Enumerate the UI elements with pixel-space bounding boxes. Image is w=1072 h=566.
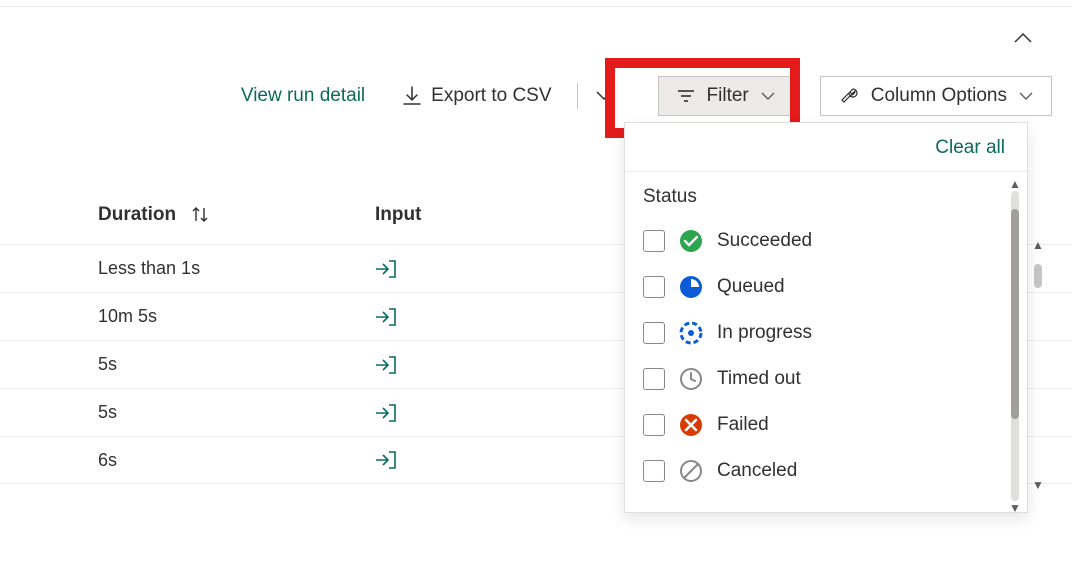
chevron-down-icon <box>596 91 612 101</box>
checkbox[interactable] <box>643 276 665 298</box>
cell-duration: Less than 1s <box>0 258 285 279</box>
chevron-down-icon <box>1019 92 1033 101</box>
cell-input-link[interactable] <box>285 403 397 423</box>
export-csv-label: Export to CSV <box>431 85 551 107</box>
status-option-in-progress[interactable]: In progress <box>643 310 1009 356</box>
column-options-label: Column Options <box>871 85 1007 107</box>
scroll-up-icon[interactable]: ▲ <box>1009 177 1021 191</box>
status-option-timed-out[interactable]: Timed out <box>643 356 1009 402</box>
checkbox[interactable] <box>643 368 665 390</box>
column-header-duration[interactable]: Duration <box>0 204 285 226</box>
cell-input-link[interactable] <box>285 355 397 375</box>
status-label: Canceled <box>717 460 797 482</box>
panel-scrollbar[interactable]: ▲ ▼ <box>1009 181 1021 511</box>
enter-icon <box>375 403 397 423</box>
collapse-caret[interactable] <box>1014 32 1032 44</box>
queued-icon <box>679 275 703 299</box>
clear-all-link[interactable]: Clear all <box>625 123 1027 171</box>
status-option-canceled[interactable]: Canceled <box>643 448 1009 494</box>
view-run-detail-label: View run detail <box>241 85 365 107</box>
status-label: Queued <box>717 276 785 298</box>
input-header-label: Input <box>375 204 421 225</box>
sort-icon <box>190 206 210 224</box>
timed-out-icon <box>679 367 703 391</box>
checkbox[interactable] <box>643 460 665 482</box>
column-options-button[interactable]: Column Options <box>820 76 1052 116</box>
status-label: Succeeded <box>717 230 812 252</box>
filter-button[interactable]: Filter <box>658 76 794 116</box>
enter-icon <box>375 307 397 327</box>
filter-label: Filter <box>707 85 749 107</box>
status-option-queued[interactable]: Queued <box>643 264 1009 310</box>
cell-input-link[interactable] <box>285 307 397 327</box>
checkbox[interactable] <box>643 230 665 252</box>
export-dropdown[interactable] <box>584 83 624 109</box>
filter-panel: Clear all Status Succeeded Queued In pro… <box>624 122 1028 513</box>
top-divider <box>0 6 1072 7</box>
chevron-down-icon <box>761 92 775 101</box>
canceled-icon <box>679 459 703 483</box>
download-icon <box>403 86 421 106</box>
scroll-up-icon[interactable]: ▲ <box>1032 238 1044 252</box>
cell-duration: 10m 5s <box>0 306 285 327</box>
wrench-icon <box>839 86 859 106</box>
outer-scrollbar[interactable]: ▲ ▼ <box>1032 240 1044 490</box>
cell-duration: 6s <box>0 450 285 471</box>
scroll-down-icon[interactable]: ▼ <box>1009 501 1021 515</box>
column-header-input[interactable]: Input <box>285 204 421 226</box>
toolbar: View run detail Export to CSV Filter Col… <box>0 76 1072 116</box>
status-option-succeeded[interactable]: Succeeded <box>643 218 1009 264</box>
scroll-down-icon[interactable]: ▼ <box>1032 478 1044 492</box>
chevron-up-icon <box>1014 32 1032 44</box>
enter-icon <box>375 259 397 279</box>
failed-icon <box>679 413 703 437</box>
cell-input-link[interactable] <box>285 450 397 470</box>
status-section-title: Status <box>625 172 1027 218</box>
checkbox[interactable] <box>643 414 665 436</box>
checkbox[interactable] <box>643 322 665 344</box>
succeeded-icon <box>679 229 703 253</box>
view-run-detail-link[interactable]: View run detail <box>222 76 384 116</box>
export-csv-button[interactable]: Export to CSV <box>384 76 570 116</box>
status-label: Timed out <box>717 368 801 390</box>
enter-icon <box>375 355 397 375</box>
clear-all-label: Clear all <box>935 137 1005 158</box>
in-progress-icon <box>679 321 703 345</box>
scroll-thumb[interactable] <box>1011 209 1019 419</box>
enter-icon <box>375 450 397 470</box>
status-label: Failed <box>717 414 769 436</box>
cell-input-link[interactable] <box>285 259 397 279</box>
status-option-failed[interactable]: Failed <box>643 402 1009 448</box>
filter-icon <box>677 88 695 104</box>
scroll-thumb[interactable] <box>1034 264 1042 288</box>
cell-duration: 5s <box>0 354 285 375</box>
duration-header-label: Duration <box>98 204 176 226</box>
cell-duration: 5s <box>0 402 285 423</box>
status-list: Succeeded Queued In progress Timed out <box>625 218 1027 512</box>
toolbar-divider <box>577 83 578 109</box>
status-label: In progress <box>717 322 812 344</box>
